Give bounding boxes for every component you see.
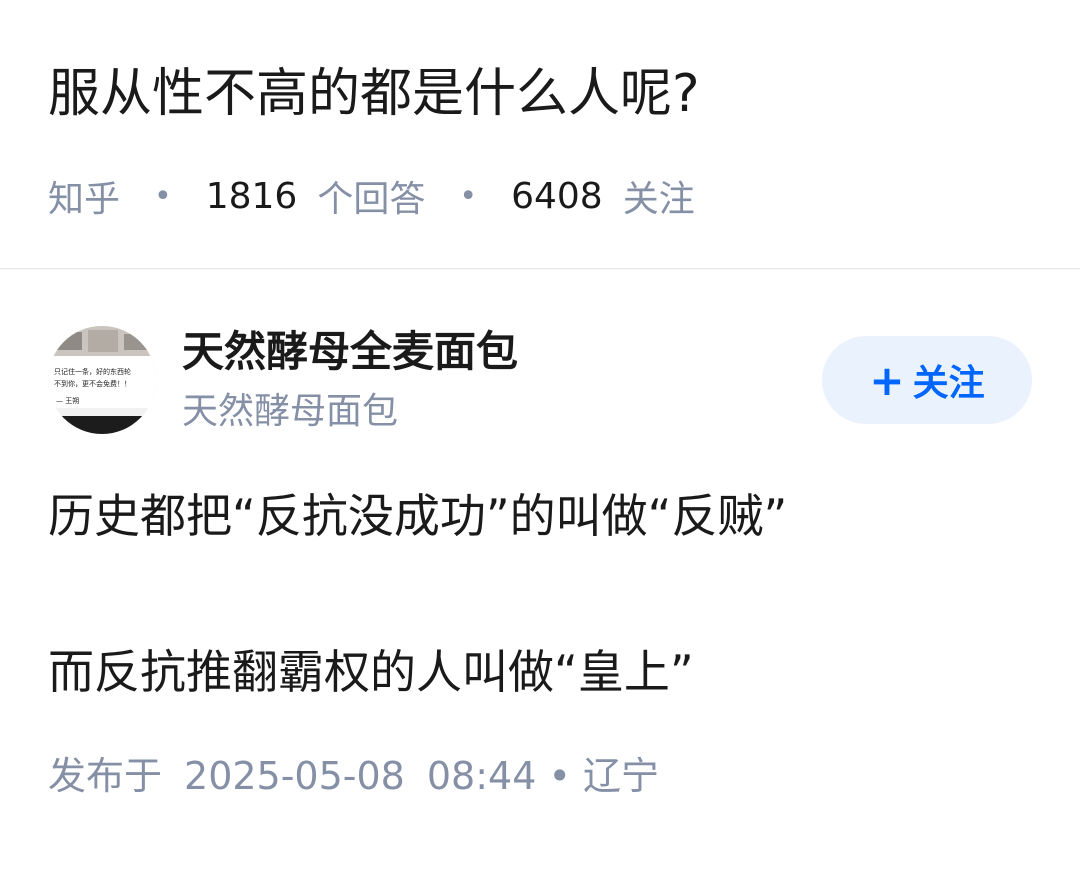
follow-button-label: 关注 <box>912 363 985 404</box>
source-label: 知乎 <box>48 179 121 220</box>
separator-dot: • <box>548 754 571 798</box>
question-header: 服从性不高的都是什么人呢? 知乎 • 1816 个回答 • 6408 关注 <box>0 0 1080 269</box>
author-name[interactable]: 天然酵母全麦面包 <box>182 324 518 380</box>
author-bio: 天然酵母面包 <box>182 391 399 432</box>
follower-count: 6408 <box>511 175 603 217</box>
follow-button[interactable]: + 关注 <box>822 336 1032 424</box>
avatar-text-line1: 只记住一条，好的东西轮 <box>54 367 131 376</box>
answer-card: 只记住一条，好的东西轮 不到你，更不会免费！！ — 王朔 天然酵母全麦面包 天然… <box>0 270 1080 873</box>
answer-meta: 发布于 2025-05-08 08:44 • 辽宁 <box>48 748 659 804</box>
avatar-text-line3: — 王朔 <box>56 396 79 405</box>
answer-paragraph: 而反抗推翻霸权的人叫做“皇上” <box>48 645 694 699</box>
question-title[interactable]: 服从性不高的都是什么人呢? <box>48 56 700 132</box>
separator-dot: • <box>154 178 172 214</box>
location-label: 辽宁 <box>582 754 659 798</box>
answer-paragraph: 历史都把“反抗没成功”的叫做“反贼” <box>48 489 788 543</box>
published-label: 发布于 <box>48 754 163 798</box>
avatar-image: 只记住一条，好的东西轮 不到你，更不会免费！！ — 王朔 <box>48 326 156 434</box>
publish-time: 08:44 <box>426 754 537 798</box>
question-meta: 知乎 • 1816 个回答 • 6408 关注 <box>48 168 695 224</box>
answer-count: 1816 <box>205 175 298 217</box>
follower-count-label: 关注 <box>622 179 695 220</box>
publish-date: 2025-05-08 <box>184 754 405 798</box>
avatar-text-line2: 不到你，更不会免费！！ <box>54 379 131 388</box>
plus-icon: + <box>869 355 905 405</box>
answer-count-label: 个回答 <box>317 179 426 220</box>
separator-dot: • <box>459 178 478 214</box>
author-avatar[interactable]: 只记住一条，好的东西轮 不到你，更不会免费！！ — 王朔 <box>48 326 156 434</box>
